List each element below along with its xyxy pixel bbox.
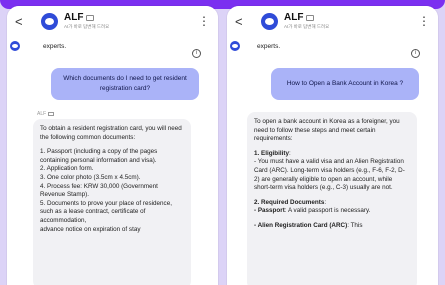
message-badge-icon — [86, 14, 95, 21]
chat-area[interactable]: experts. i How to Open a Bank Account in… — [227, 36, 438, 285]
bot-sender-label: ALF — [37, 111, 55, 117]
previous-message-snippet: experts. — [257, 43, 281, 50]
bot-avatar-icon — [230, 41, 240, 51]
user-message-bubble: Which documents do I need to get residen… — [51, 68, 199, 100]
bot-answer-card: To open a bank account in Korea as a for… — [247, 112, 417, 285]
bot-badge-icon — [48, 112, 55, 116]
arc-requirement: - Alien Registration Card (ARC): This — [254, 221, 363, 229]
phone-screen-left: < ALF AI가 바로 답변해 드려요 ⋮ experts. i Which … — [7, 6, 218, 285]
answer-item: 1. Passport (including a copy of the pag… — [40, 148, 158, 164]
previous-message-snippet: experts. — [43, 43, 67, 50]
message-badge-icon — [306, 14, 315, 21]
answer-item: 5. Documents to prove your place of resi… — [40, 199, 172, 224]
app-subtitle: AI가 바로 답변해 드려요 — [64, 24, 110, 29]
info-icon[interactable]: i — [192, 49, 201, 58]
header-titles: ALF AI가 바로 답변해 드려요 — [64, 12, 109, 30]
header-titles: ALF AI가 바로 답변해 드려요 — [284, 12, 329, 30]
more-menu-icon[interactable]: ⋮ — [418, 14, 430, 28]
answer-item: 2. Application form. — [40, 165, 94, 173]
user-message-text: Which documents do I need to get residen… — [63, 75, 187, 92]
alf-logo-icon — [261, 12, 278, 30]
bot-avatar-icon — [10, 41, 20, 51]
bot-answer-card: To obtain a resident registration card, … — [33, 119, 191, 285]
info-icon[interactable]: i — [411, 49, 420, 58]
app-subtitle: AI가 바로 답변해 드려요 — [284, 24, 330, 29]
bot-sender-name: ALF — [37, 111, 47, 117]
alf-logo-icon — [41, 12, 58, 30]
chat-area[interactable]: experts. i Which documents do I need to … — [7, 36, 218, 285]
answer-item: advance notice on expiration of stay — [40, 225, 141, 233]
app-name: ALF — [284, 12, 304, 23]
user-message-bubble: How to Open a Bank Account in Korea ? — [271, 68, 419, 100]
passport-requirement: - Passport: A valid passport is necessar… — [254, 207, 371, 215]
app-header: < ALF AI가 바로 답변해 드려요 ⋮ — [7, 6, 218, 36]
section-documents-title: 2. Required Documents: — [254, 198, 327, 206]
app-name: ALF — [64, 12, 84, 23]
phone-screen-right: < ALF AI가 바로 답변해 드려요 ⋮ experts. i How to… — [227, 6, 438, 285]
app-header: < ALF AI가 바로 답변해 드려요 ⋮ — [227, 6, 438, 36]
section-eligibility-title: 1. Eligibility: — [254, 149, 291, 157]
answer-intro: To obtain a resident registration card, … — [40, 125, 182, 141]
back-icon[interactable]: < — [15, 14, 29, 29]
back-icon[interactable]: < — [235, 14, 249, 29]
answer-intro: To open a bank account in Korea as a for… — [254, 118, 400, 143]
more-menu-icon[interactable]: ⋮ — [198, 14, 210, 28]
answer-item: 3. One color photo (3.5cm x 4.5cm). — [40, 173, 141, 181]
answer-item: 4. Process fee: KRW 30,000 (Government R… — [40, 182, 158, 199]
section-eligibility-body: - You must have a valid visa and an Alie… — [254, 158, 405, 192]
user-message-text: How to Open a Bank Account in Korea ? — [286, 80, 404, 87]
